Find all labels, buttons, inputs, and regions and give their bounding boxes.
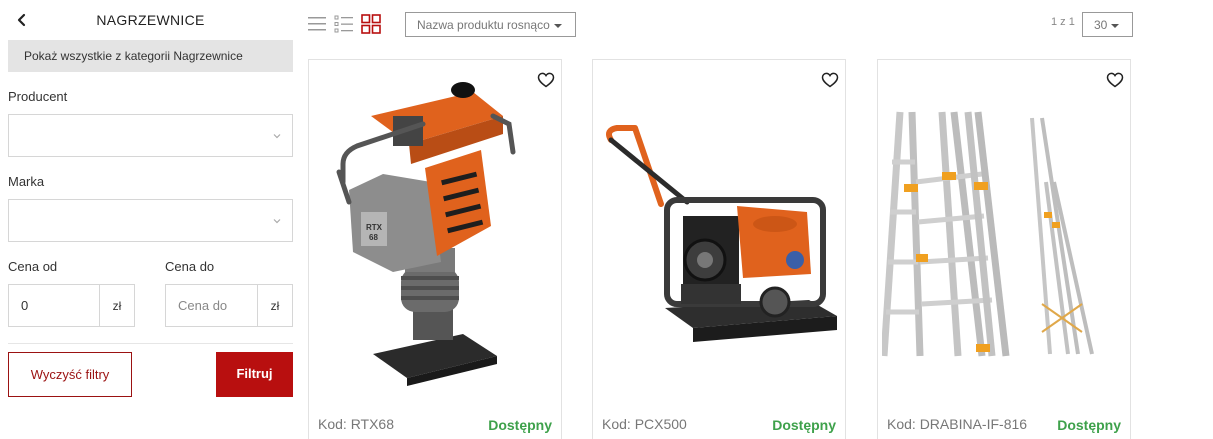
caret-down-icon [553, 23, 562, 28]
product-code: Kod: PCX500 [602, 416, 687, 432]
product-image-rammer[interactable]: RTX 68 [313, 72, 559, 408]
product-code: Kod: DRABINA-IF-816 [887, 416, 1028, 432]
sort-select-value: Nazwa produktu rosnąco [417, 18, 550, 32]
filter-button[interactable]: Filtruj [216, 352, 293, 397]
availability-status: Dostępny [1057, 417, 1121, 433]
price-from-label: Cena od [8, 259, 58, 274]
price-to-input[interactable]: Cena do [166, 285, 257, 326]
product-card[interactable]: Kod: DRABINA-IF-816 Dostępny [877, 59, 1131, 439]
price-to-currency: zł [257, 285, 292, 326]
pagination-info: 1 z 1 [1051, 16, 1075, 28]
price-from-group: 0 zł [8, 284, 135, 327]
brand-label: Marka [8, 174, 45, 189]
availability-status: Dostępny [772, 417, 836, 433]
product-image-ladder[interactable] [882, 72, 1128, 408]
producer-label: Producent [8, 89, 68, 104]
availability-status: Dostępny [488, 417, 552, 433]
clear-filters-button[interactable]: Wyczyść filtry [8, 352, 132, 397]
caret-down-icon [1111, 23, 1120, 28]
category-title: NAGRZEWNICE [96, 12, 205, 28]
chevron-down-icon [273, 219, 281, 224]
show-all-category-link[interactable]: Pokaż wszystkie z kategorii Nagrzewnice [8, 40, 293, 72]
svg-text:RTX: RTX [366, 223, 383, 232]
price-from-input[interactable]: 0 [9, 285, 99, 326]
divider [8, 343, 293, 344]
brand-select[interactable] [8, 199, 293, 242]
category-header: NAGRZEWNICE [8, 0, 293, 40]
list-view-icon[interactable] [307, 14, 327, 34]
detailed-list-view-icon[interactable] [334, 14, 354, 34]
product-card[interactable]: Kod: PCX500 Dostępny [592, 59, 846, 439]
price-to-group: Cena do zł [165, 284, 293, 327]
per-page-select[interactable]: 30 [1082, 12, 1133, 37]
filter-sidebar: NAGRZEWNICE Pokaż wszystkie z kategorii … [8, 0, 293, 439]
product-card[interactable]: RTX 68 Kod: RTX68 Dostępny [308, 59, 562, 439]
product-code: Kod: RTX68 [318, 416, 395, 432]
chevron-down-icon [273, 134, 281, 139]
sort-select[interactable]: Nazwa produktu rosnąco [405, 12, 576, 37]
grid-view-icon[interactable] [361, 14, 381, 34]
price-from-currency: zł [99, 285, 134, 326]
per-page-value: 30 [1094, 18, 1108, 32]
svg-text:68: 68 [369, 233, 378, 242]
product-image-plate-compactor[interactable] [597, 72, 843, 408]
producer-select[interactable] [8, 114, 293, 157]
price-to-label: Cena do [165, 259, 215, 274]
